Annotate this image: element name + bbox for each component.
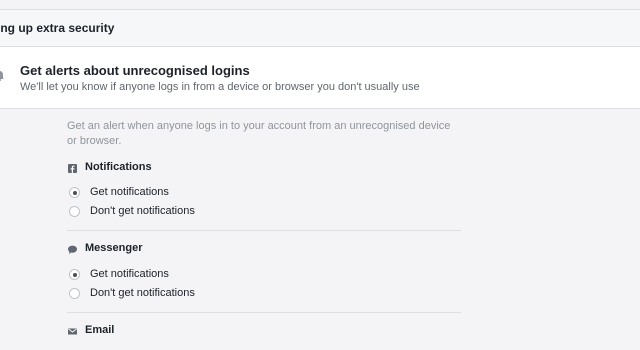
section-divider — [67, 312, 461, 313]
section-divider — [67, 230, 461, 231]
radio-label: Don't get notifications — [90, 205, 195, 217]
envelope-icon — [68, 328, 77, 335]
notifications-label: Notifications — [85, 161, 152, 173]
unrecognised-logins-setting[interactable]: Get alerts about unrecognised logins We'… — [0, 47, 640, 109]
radio-label: Get notifications — [90, 186, 169, 198]
radio-button[interactable] — [69, 206, 80, 217]
chat-bubble-icon — [68, 245, 77, 254]
security-settings-page: ing up extra security Get alerts about u… — [0, 0, 640, 350]
radio-label: Get notifications — [90, 268, 169, 280]
panel-intro-text: Get an alert when anyone logs in to your… — [67, 120, 451, 147]
messenger-label: Messenger — [85, 242, 143, 254]
email-label: Email — [85, 324, 115, 336]
radio-label: Don't get notifications — [90, 287, 195, 299]
setting-description: We'll let you know if anyone logs in fro… — [20, 81, 420, 93]
radio-button-checked[interactable] — [69, 187, 80, 198]
section-header-title: ing up extra security — [0, 21, 115, 35]
setting-title: Get alerts about unrecognised logins — [20, 63, 250, 78]
bell-icon — [0, 71, 4, 81]
section-header: ing up extra security — [0, 9, 640, 47]
radio-button-checked[interactable] — [69, 269, 80, 280]
radio-button[interactable] — [69, 288, 80, 299]
facebook-icon — [68, 164, 77, 173]
